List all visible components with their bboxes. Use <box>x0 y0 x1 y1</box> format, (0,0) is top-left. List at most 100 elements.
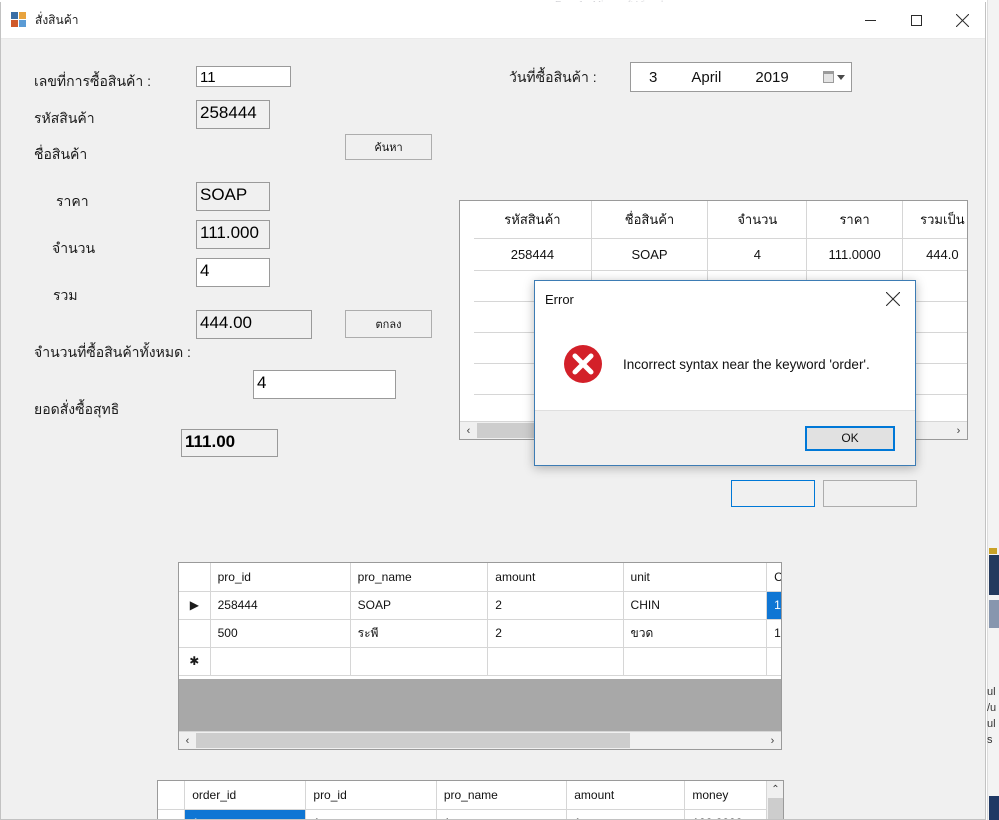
confirm-button[interactable]: ตกลง <box>345 310 432 338</box>
col-product-name: ชื่อสินค้า <box>591 201 709 239</box>
minimize-icon[interactable] <box>847 2 893 39</box>
search-button[interactable]: ค้นหา <box>345 134 432 160</box>
table-row: ✱ <box>179 647 781 676</box>
scroll-up-icon[interactable]: ⌃ <box>767 781 783 798</box>
col-unit: unit <box>623 563 768 592</box>
label-total-quantity: จำนวนที่ซื้อสินค้าทั้งหมด : <box>34 344 191 360</box>
cell-capital[interactable]: 100.000 <box>766 619 781 648</box>
cell-unit[interactable] <box>623 647 768 676</box>
label-quantity: จำนวน <box>52 240 96 256</box>
col-order-id: order_id <box>184 781 307 810</box>
date-month[interactable]: April <box>685 69 727 86</box>
error-dialog: Error Incorrect syntax near the keyword … <box>534 280 916 466</box>
row-marker[interactable] <box>179 619 211 648</box>
table-header-row: order_id pro_id pro_name amount money <box>158 781 783 810</box>
dialog-message: Incorrect syntax near the keyword 'order… <box>623 356 870 372</box>
scroll-left-icon[interactable]: ‹ <box>179 732 196 749</box>
cell-product-code[interactable]: 258444 <box>474 238 592 271</box>
cell-amount[interactable]: 2 <box>487 591 624 620</box>
cell-unit[interactable]: ขวด <box>623 619 768 648</box>
background-accent-blue-2 <box>989 600 999 628</box>
table-row: 258444 SOAP 4 111.0000 444.0 <box>474 238 967 271</box>
row-marker[interactable]: ▶ <box>179 591 211 620</box>
label-price: ราคา <box>56 193 89 209</box>
row-marker-new[interactable]: ✱ <box>179 647 211 676</box>
window-titlebar: สั่งสินค้า <box>1 2 985 39</box>
price-input[interactable]: 111.000 <box>196 220 270 249</box>
scroll-right-icon[interactable]: › <box>950 422 967 439</box>
cell-total[interactable]: 444.0 <box>902 238 967 271</box>
date-day[interactable]: 3 <box>643 69 663 86</box>
label-subtotal: รวม <box>53 287 78 303</box>
total-quantity-input[interactable]: 4 <box>253 370 396 399</box>
product-grid-hscrollbar[interactable]: ‹ › <box>179 731 781 749</box>
purchase-date-picker[interactable]: 3 April 2019 <box>630 62 852 92</box>
product-code-input[interactable]: 258444 <box>196 100 270 129</box>
cell-capital[interactable] <box>766 647 781 676</box>
table-row: ▶ 258444 SOAP 2 CHIN 111.000 <box>179 591 781 620</box>
scroll-left-icon[interactable]: ‹ <box>460 422 477 439</box>
order-detail-vscrollbar[interactable]: ⌃ <box>766 781 783 819</box>
subtotal-input[interactable]: 444.00 <box>196 310 312 339</box>
row-marker[interactable]: ▶ <box>158 809 186 819</box>
product-grid-filler <box>179 679 781 731</box>
product-name-input[interactable]: SOAP <box>196 182 270 211</box>
cell-pro-id[interactable]: 500 <box>210 619 351 648</box>
cell-capital[interactable]: 111.000 <box>766 591 781 620</box>
product-table: pro_id pro_name amount unit Capital ▶ 25… <box>179 563 781 676</box>
product-grid[interactable]: pro_id pro_name amount unit Capital ▶ 25… <box>178 562 782 750</box>
error-x-icon <box>563 344 603 384</box>
close-icon[interactable] <box>871 281 915 317</box>
background-accent-blue-3 <box>989 796 999 820</box>
cell-pro-name[interactable]: SOAP <box>350 591 489 620</box>
table-row: 500 ระพี 2 ขวด 100.000 <box>179 619 781 648</box>
dialog-footer: OK <box>535 410 915 465</box>
table-header-row: pro_id pro_name amount unit Capital <box>179 563 781 592</box>
cell-order-id[interactable]: 1 <box>184 809 307 819</box>
cell-price[interactable]: 111.0000 <box>806 238 903 271</box>
scroll-right-icon[interactable]: › <box>764 732 781 749</box>
close-icon[interactable] <box>939 2 985 39</box>
form-icon <box>11 12 27 28</box>
cell-quantity[interactable]: 4 <box>707 238 808 271</box>
cell-unit[interactable]: CHIN <box>623 591 768 620</box>
hscroll-thumb[interactable] <box>196 733 630 748</box>
cell-pro-id[interactable] <box>210 647 351 676</box>
date-dropdown-button[interactable] <box>823 71 845 83</box>
net-total-input[interactable]: 111.00 <box>181 429 278 457</box>
col-pro-name: pro_name <box>350 563 489 592</box>
cell-amount[interactable]: 1 <box>566 809 686 819</box>
order-detail-grid[interactable]: order_id pro_id pro_name amount money ▶ … <box>157 780 784 819</box>
dialog-titlebar: Error <box>535 281 915 317</box>
dialog-content: Incorrect syntax near the keyword 'order… <box>535 317 915 411</box>
cell-pro-name[interactable]: ระพี <box>350 619 489 648</box>
cell-pro-name[interactable]: 1 <box>436 809 568 819</box>
maximize-icon[interactable] <box>893 2 939 39</box>
background-accent-blue-1 <box>989 555 999 595</box>
calendar-icon <box>823 71 834 83</box>
dialog-title: Error <box>545 291 574 307</box>
cell-product-name[interactable]: SOAP <box>591 238 709 271</box>
col-capital: Capital <box>766 563 781 592</box>
label-purchase-number: เลขที่การซื้อสินค้า : <box>34 73 152 89</box>
label-net-total: ยอดสั่งซื้อสุทธิ <box>34 401 120 417</box>
cell-pro-id[interactable]: 258444 <box>210 591 351 620</box>
ok-button[interactable]: OK <box>805 425 895 451</box>
cell-amount[interactable] <box>487 647 624 676</box>
order-detail-table: order_id pro_id pro_name amount money ▶ … <box>158 781 783 819</box>
hidden-primary-button[interactable] <box>731 480 815 507</box>
quantity-input[interactable]: 4 <box>196 258 270 287</box>
date-year[interactable]: 2019 <box>749 69 794 86</box>
hidden-secondary-button[interactable] <box>823 480 917 507</box>
table-header-row: รหัสสินค้า ชื่อสินค้า จำนวน ราคา รวมเป็น <box>474 201 967 239</box>
cell-pro-name[interactable] <box>350 647 489 676</box>
hscroll-track[interactable] <box>196 732 764 749</box>
col-row-marker <box>179 563 211 592</box>
table-row: ▶ 1 1 1 1 100.0000 <box>158 809 783 819</box>
cell-pro-id[interactable]: 1 <box>305 809 437 819</box>
col-pro-name: pro_name <box>436 781 568 810</box>
purchase-number-input[interactable]: 11 <box>196 66 291 87</box>
cell-amount[interactable]: 2 <box>487 619 624 648</box>
col-total: รวมเป็น <box>902 201 967 239</box>
vscroll-thumb[interactable] <box>768 798 783 819</box>
